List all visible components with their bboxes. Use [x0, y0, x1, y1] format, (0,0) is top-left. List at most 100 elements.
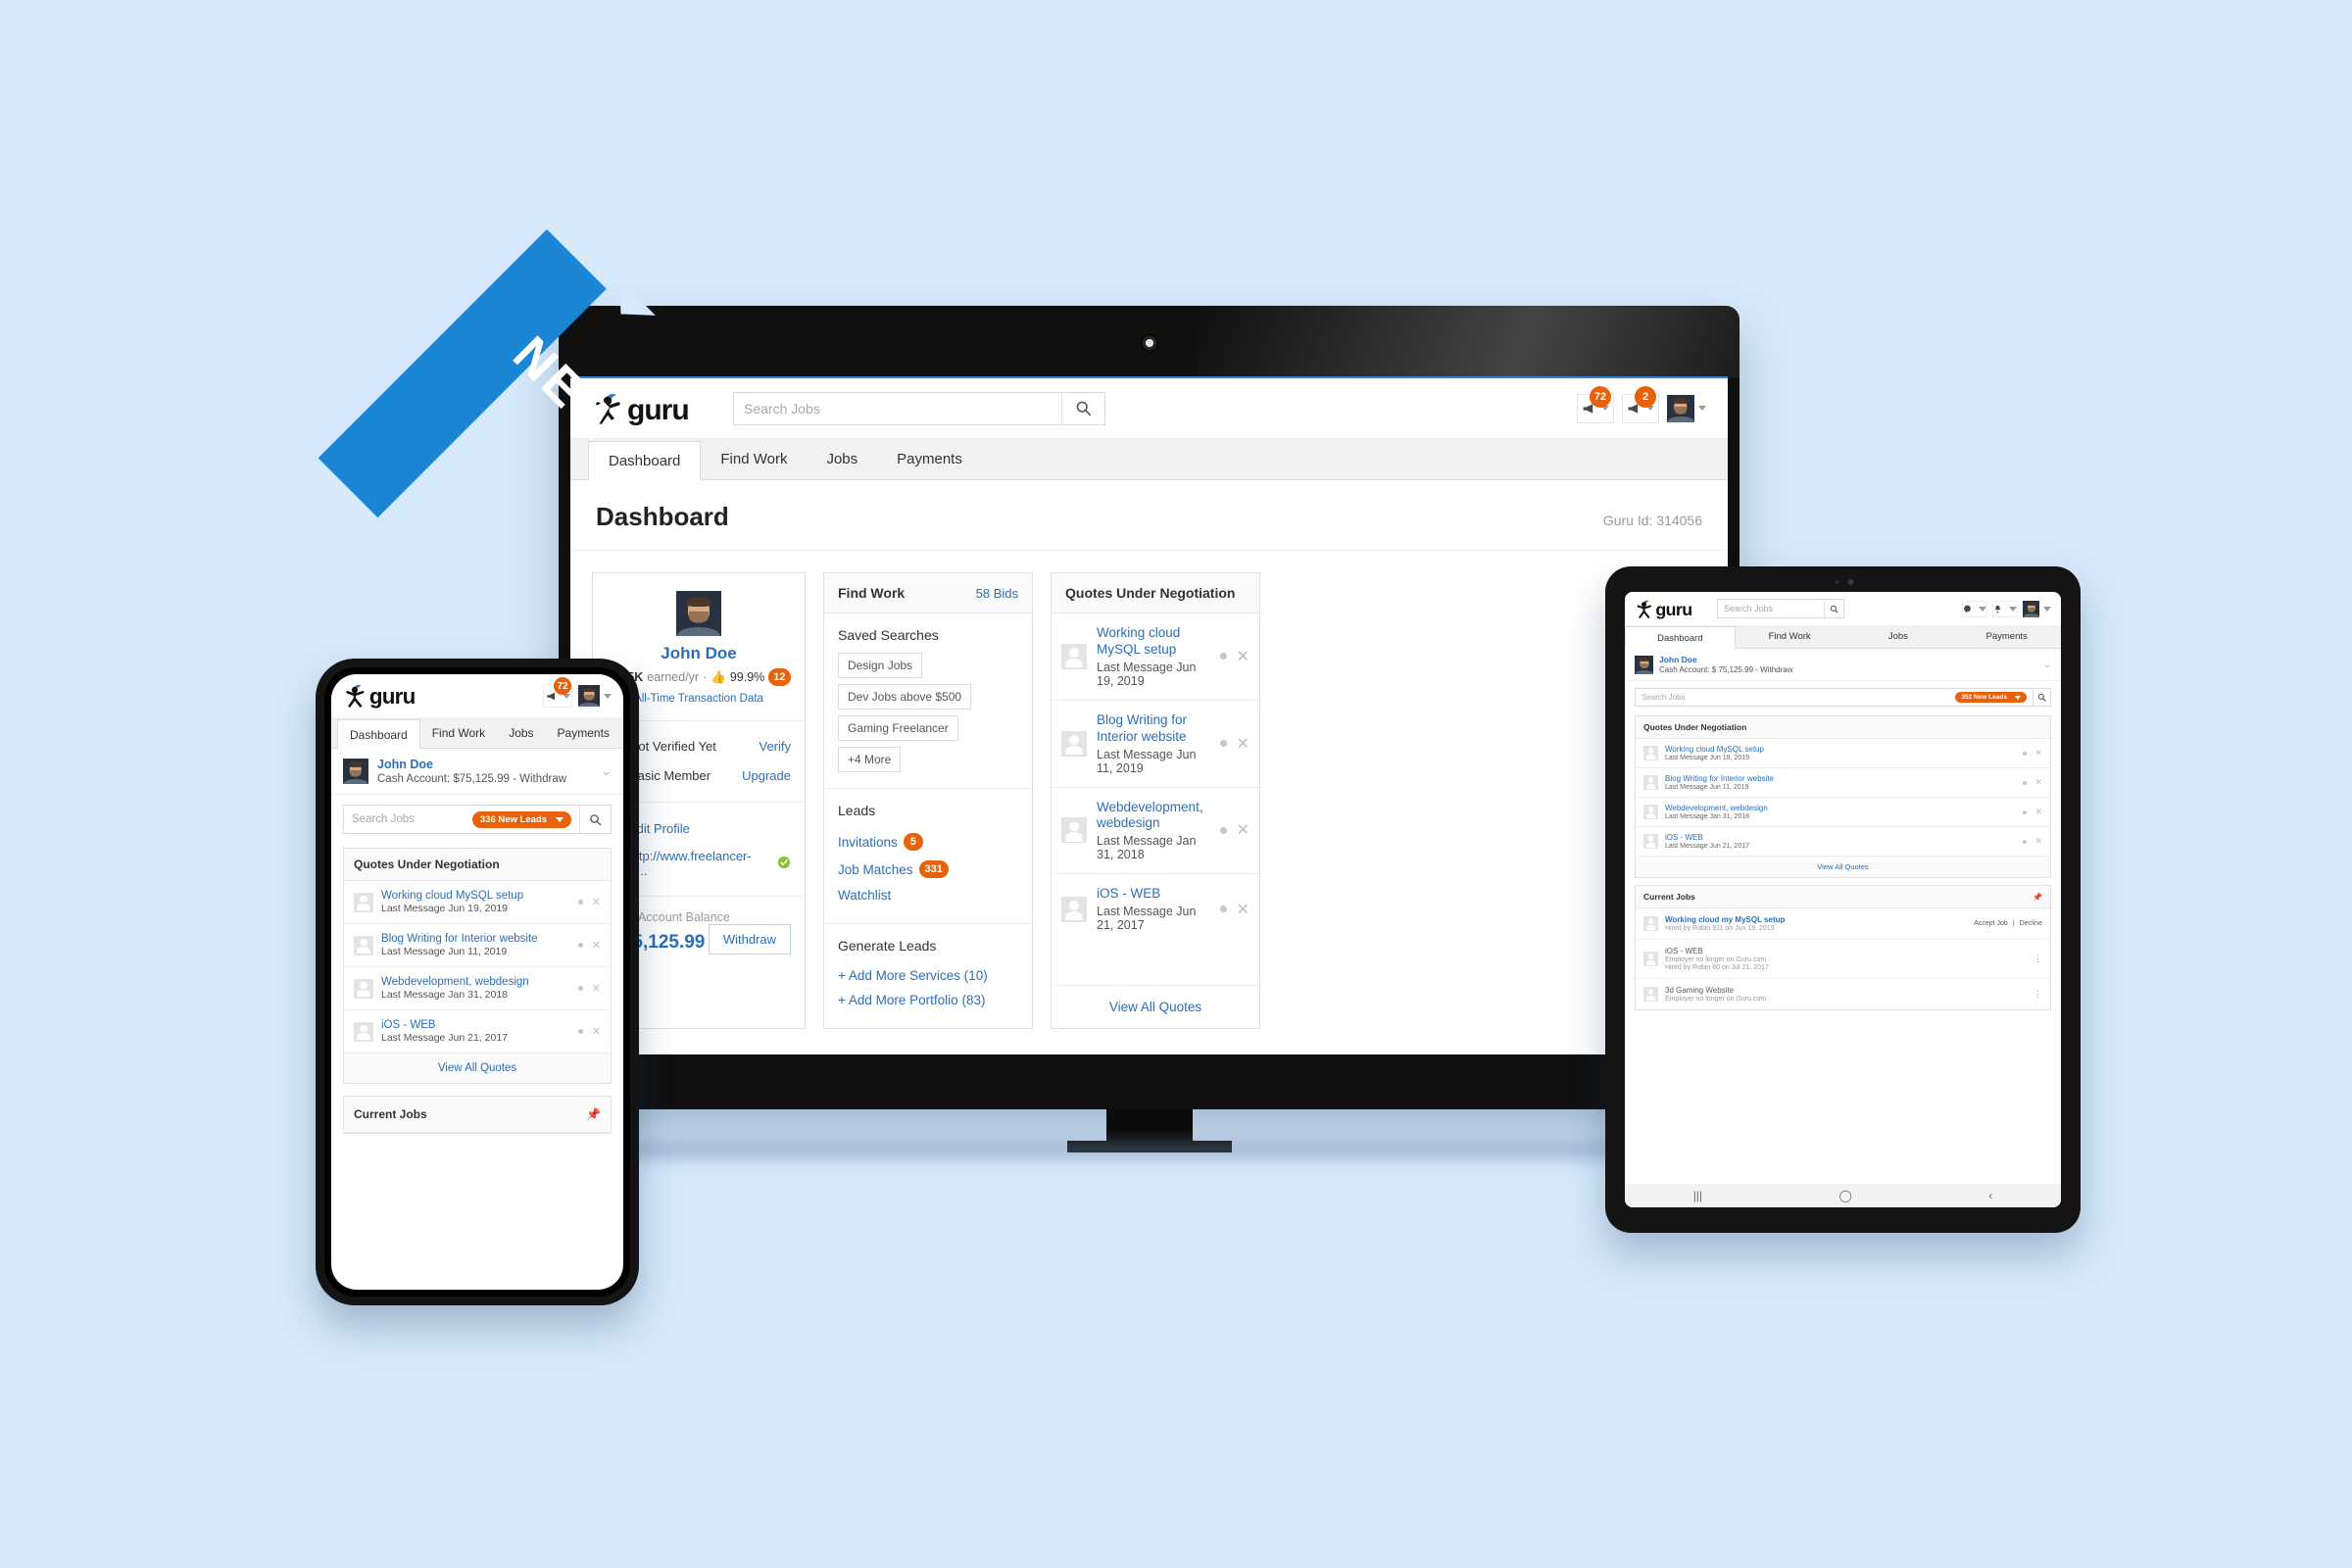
withdraw-button[interactable]: Withdraw — [708, 924, 791, 955]
avatar[interactable] — [2023, 600, 2039, 617]
quote-title[interactable]: Webdevelopment, webdesign — [1097, 800, 1210, 833]
list-item[interactable]: iOS - WEB Last Message Jun 21, 2017 ✕ — [1636, 827, 2050, 856]
table-row[interactable]: Blog Writing for Interior website Last M… — [1052, 701, 1259, 788]
desktop-search[interactable]: Search Jobs — [733, 391, 1105, 425]
tablet-user-summary[interactable]: John Doe Cash Account: $ 75,125.99 - Wit… — [1625, 649, 2061, 681]
list-item[interactable]: 3d Gaming Website Employer no longer on … — [1636, 979, 2050, 1009]
accept-job-button[interactable]: Accept Job — [1974, 920, 2008, 927]
megaphone-icon-2[interactable]: 2 — [1622, 385, 1659, 423]
quote-title[interactable]: Webdevelopment, webdesign — [1665, 804, 2015, 812]
search-icon[interactable] — [2033, 689, 2050, 706]
search-input[interactable]: Search Jobs 352 New Leads — [1636, 689, 2033, 706]
user-avatar-menu[interactable] — [1667, 394, 1706, 422]
add-more-portfolio-link[interactable]: + Add More Portfolio (83) — [838, 988, 1018, 1012]
guru-logo[interactable]: guru — [592, 392, 708, 425]
quote-title[interactable]: Blog Writing for Interior website — [381, 933, 569, 945]
quote-title[interactable]: Working cloud MySQL setup — [1097, 625, 1210, 659]
list-item[interactable]: Blog Writing for Interior website Last M… — [1636, 768, 2050, 798]
list-item[interactable]: iOS - WEB Last Message Jun 21, 2017 ✕ — [344, 1010, 611, 1053]
home-icon[interactable]: ◯ — [1838, 1189, 1851, 1202]
chat-bubble-icon[interactable] — [1962, 600, 1987, 617]
list-item[interactable]: Blog Writing for Interior website Last M… — [344, 924, 611, 967]
megaphone-icon[interactable]: 72 — [543, 677, 572, 708]
list-item[interactable]: Working cloud MySQL setup Last Message J… — [1636, 739, 2050, 768]
phone-search[interactable]: Search Jobs 336 New Leads — [343, 805, 612, 834]
close-icon[interactable]: ✕ — [1237, 734, 1250, 754]
close-icon[interactable]: ✕ — [1237, 820, 1250, 840]
saved-search-more-chip[interactable]: +4 More — [838, 747, 902, 772]
megaphone-icon-1[interactable]: 72 — [1577, 385, 1614, 423]
list-item[interactable]: Working cloud my MySQL setup Hired by Ro… — [1636, 908, 2050, 940]
job-title[interactable]: Working cloud my MySQL setup — [1665, 915, 1785, 924]
tab-jobs[interactable]: Jobs — [497, 718, 545, 748]
decline-button[interactable]: Decline — [2020, 920, 2042, 927]
upgrade-link[interactable]: Upgrade — [742, 768, 791, 783]
quote-title[interactable]: Blog Writing for Interior website — [1665, 774, 2015, 783]
view-all-quotes-link[interactable]: View All Quotes — [1636, 856, 2050, 877]
search-input[interactable]: Search Jobs 336 New Leads — [344, 806, 579, 833]
pin-icon[interactable]: 📌 — [586, 1107, 601, 1121]
tab-payments[interactable]: Payments — [1952, 625, 2061, 648]
chevron-down-icon[interactable]: ⌄ — [601, 763, 612, 779]
job-title[interactable]: 3d Gaming Website — [1665, 986, 1766, 995]
bids-link[interactable]: 58 Bids — [976, 586, 1018, 601]
view-all-quotes-link[interactable]: View All Quotes — [344, 1053, 611, 1083]
close-icon[interactable]: ✕ — [2034, 836, 2042, 847]
close-icon[interactable]: ✕ — [592, 982, 601, 995]
user-avatar-menu[interactable] — [578, 685, 612, 707]
close-icon[interactable]: ✕ — [592, 939, 601, 952]
close-icon[interactable]: ✕ — [2034, 748, 2042, 759]
lead-job-matches[interactable]: Job Matches 331 — [838, 856, 1018, 883]
new-leads-badge[interactable]: 336 New Leads — [471, 810, 571, 828]
tab-find-work[interactable]: Find Work — [420, 718, 497, 748]
quote-title[interactable]: iOS - WEB — [1665, 833, 2015, 842]
search-icon[interactable] — [1824, 600, 1843, 617]
quote-title[interactable]: Webdevelopment, webdesign — [381, 976, 569, 988]
close-icon[interactable]: ✕ — [592, 896, 601, 908]
search-icon[interactable] — [1061, 392, 1104, 424]
recents-icon[interactable]: ||| — [1693, 1189, 1702, 1202]
table-row[interactable]: Webdevelopment, webdesign Last Message J… — [1052, 788, 1259, 875]
view-all-quotes-link[interactable]: View All Quotes — [1052, 985, 1259, 1028]
new-leads-badge[interactable]: 352 New Leads — [1955, 692, 2027, 703]
tab-find-work[interactable]: Find Work — [1736, 625, 1844, 648]
back-icon[interactable]: ‹ — [1988, 1189, 1992, 1202]
tablet-job-search[interactable]: Search Jobs 352 New Leads — [1635, 688, 2051, 707]
tab-payments[interactable]: Payments — [877, 440, 982, 479]
tab-jobs[interactable]: Jobs — [807, 440, 877, 479]
saved-search-chip[interactable]: Dev Jobs above $500 — [838, 684, 972, 710]
bell-icon[interactable] — [1992, 600, 2018, 617]
close-icon[interactable]: ✕ — [1237, 900, 1250, 919]
chevron-down-icon[interactable]: ⌄ — [2043, 660, 2051, 670]
avatar[interactable] — [578, 685, 600, 707]
add-more-services-link[interactable]: + Add More Services (10) — [838, 963, 1018, 988]
list-item[interactable]: Webdevelopment, webdesign Last Message J… — [1636, 798, 2050, 827]
quote-title[interactable]: iOS - WEB — [1097, 886, 1210, 903]
user-avatar-menu[interactable] — [2023, 600, 2051, 617]
tab-dashboard[interactable]: Dashboard — [337, 719, 420, 749]
quote-title[interactable]: Working cloud MySQL setup — [1665, 745, 2015, 754]
table-row[interactable]: Working cloud MySQL setup Last Message J… — [1052, 613, 1259, 701]
guru-logo[interactable]: guru — [343, 683, 429, 709]
search-icon[interactable] — [579, 806, 611, 833]
guru-logo[interactable]: guru — [1635, 599, 1703, 619]
search-input[interactable]: Search Jobs — [1718, 600, 1824, 617]
list-item[interactable]: Webdevelopment, webdesign Last Message J… — [344, 967, 611, 1010]
job-title[interactable]: iOS - WEB — [1665, 947, 1769, 956]
verify-link[interactable]: Verify — [759, 739, 791, 754]
search-input[interactable]: Search Jobs — [734, 392, 1061, 424]
quote-title[interactable]: iOS - WEB — [381, 1019, 569, 1031]
avatar[interactable] — [1667, 394, 1694, 422]
pin-icon[interactable]: 📌 — [2033, 893, 2042, 902]
tab-find-work[interactable]: Find Work — [701, 440, 807, 479]
quote-title[interactable]: Working cloud MySQL setup — [381, 890, 569, 902]
list-item[interactable]: Working cloud MySQL setup Last Message J… — [344, 881, 611, 924]
close-icon[interactable]: ✕ — [1237, 647, 1250, 666]
close-icon[interactable]: ✕ — [2034, 777, 2042, 788]
tab-jobs[interactable]: Jobs — [1844, 625, 1953, 648]
tab-payments[interactable]: Payments — [546, 718, 621, 748]
tab-dashboard[interactable]: Dashboard — [1625, 626, 1736, 649]
saved-search-chip[interactable]: Gaming Freelancer — [838, 715, 958, 741]
close-icon[interactable]: ✕ — [2034, 807, 2042, 817]
kebab-menu-icon[interactable]: ⋮ — [2034, 989, 2042, 999]
